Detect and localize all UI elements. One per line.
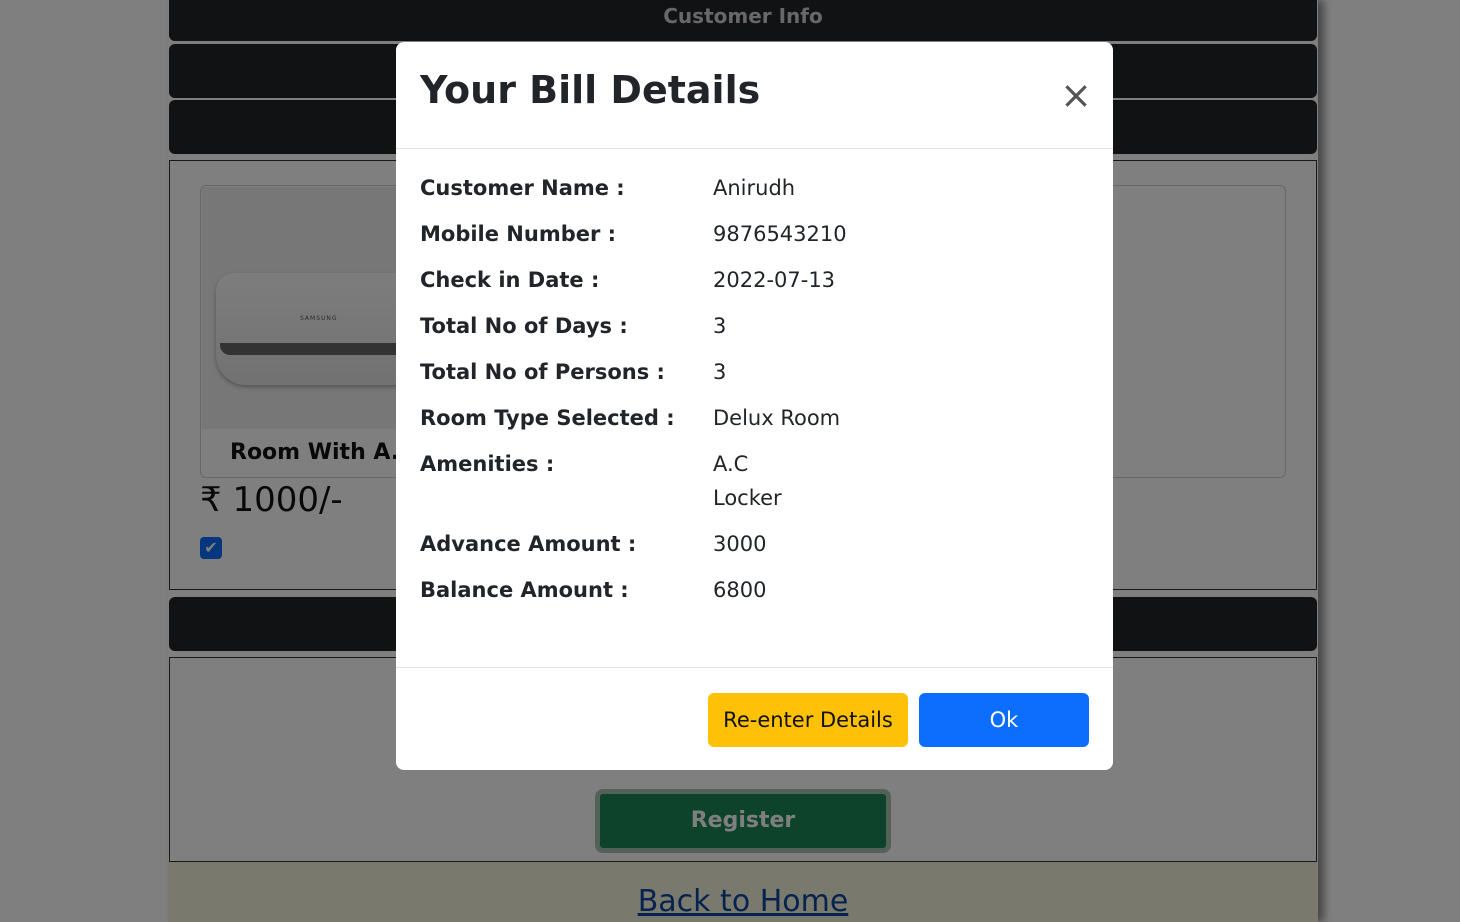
detail-value: Anirudh — [713, 176, 796, 200]
detail-label: Balance Amount : — [420, 578, 629, 602]
detail-label: Check in Date : — [420, 268, 600, 292]
detail-row-advance-amount: Advance Amount : 3000 — [420, 532, 1090, 578]
bill-details-list: Customer Name : Anirudh Mobile Number : … — [420, 176, 1090, 624]
detail-label: Mobile Number : — [420, 222, 617, 246]
re-enter-details-button[interactable]: Re-enter Details — [708, 693, 908, 747]
detail-value: 3 — [713, 360, 727, 384]
bill-details-modal: Your Bill Details × Customer Name : Anir… — [396, 42, 1113, 770]
detail-row-balance-amount: Balance Amount : 6800 — [420, 578, 1090, 624]
amenity-item: A.C — [713, 452, 749, 476]
close-button[interactable]: × — [1059, 76, 1093, 114]
modal-header: Your Bill Details × — [396, 42, 1113, 149]
modal-footer: Re-enter Details Ok — [396, 667, 1113, 770]
detail-value-list: A.C Locker — [713, 447, 782, 515]
detail-label: Total No of Persons : — [420, 360, 665, 384]
detail-value: 2022-07-13 — [713, 268, 836, 292]
detail-row-total-persons: Total No of Persons : 3 — [420, 360, 1090, 406]
detail-label: Amenities : — [420, 452, 555, 476]
close-icon: × — [1060, 73, 1092, 117]
modal-title: Your Bill Details — [420, 68, 761, 112]
detail-label: Customer Name : — [420, 176, 625, 200]
detail-row-check-in-date: Check in Date : 2022-07-13 — [420, 268, 1090, 314]
detail-value: 3000 — [713, 532, 767, 556]
detail-row-amenities: Amenities : A.C Locker — [420, 452, 1090, 532]
detail-label: Room Type Selected : — [420, 406, 675, 430]
detail-row-total-days: Total No of Days : 3 — [420, 314, 1090, 360]
detail-value: 3 — [713, 314, 727, 338]
detail-row-customer-name: Customer Name : Anirudh — [420, 176, 1090, 222]
detail-label: Advance Amount : — [420, 532, 637, 556]
amenity-item: Locker — [713, 486, 782, 510]
ok-button[interactable]: Ok — [919, 693, 1089, 747]
detail-row-mobile-number: Mobile Number : 9876543210 — [420, 222, 1090, 268]
detail-value: 9876543210 — [713, 222, 847, 246]
detail-label: Total No of Days : — [420, 314, 628, 338]
detail-row-room-type: Room Type Selected : Delux Room — [420, 406, 1090, 452]
detail-value: 6800 — [713, 578, 767, 602]
detail-value: Delux Room — [713, 406, 841, 430]
